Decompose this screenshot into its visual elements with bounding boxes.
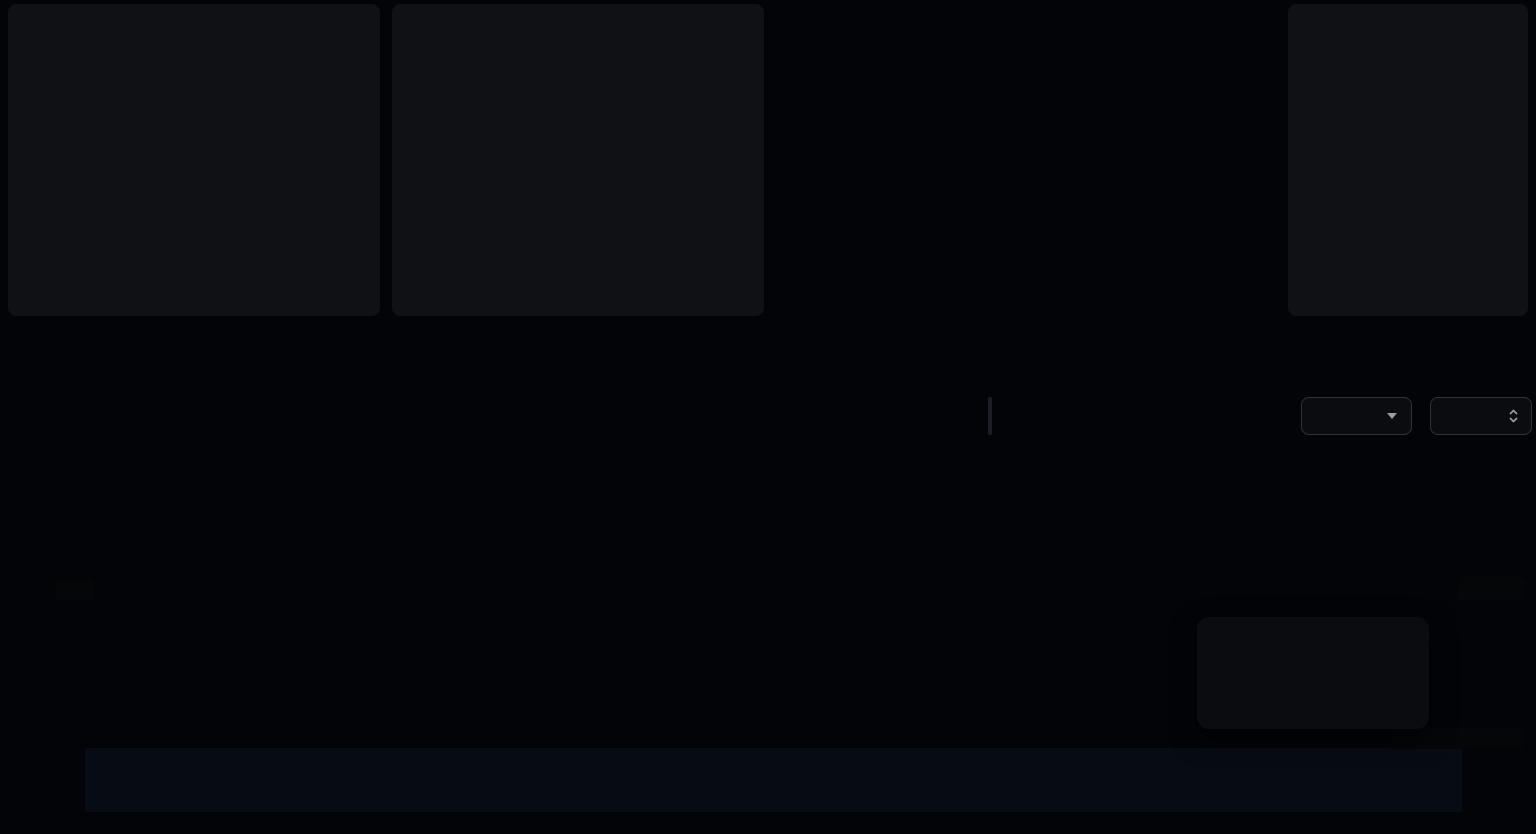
chart-navigator[interactable] (85, 748, 1462, 812)
chevron-down-icon (1387, 413, 1397, 419)
symbol-select[interactable] (1301, 397, 1412, 435)
market-stats-card (8, 4, 380, 316)
crosshair-date-chip (1391, 727, 1524, 749)
interval-select[interactable] (1430, 397, 1532, 435)
coinglass-dashboard (0, 0, 1536, 834)
rekt-cards-column-1 (776, 4, 1020, 316)
updown-spinner-icon (1508, 408, 1519, 424)
long-short-ratio-card (392, 4, 764, 316)
weighting-toggle-group (988, 397, 992, 435)
current-price-chip (1458, 577, 1524, 601)
trending-card (1288, 4, 1528, 316)
left-axis-current-chip (56, 579, 94, 601)
rekt-cards-column-2 (1032, 4, 1276, 316)
chart-tooltip (1197, 617, 1429, 729)
top-cards-row (8, 4, 1528, 316)
